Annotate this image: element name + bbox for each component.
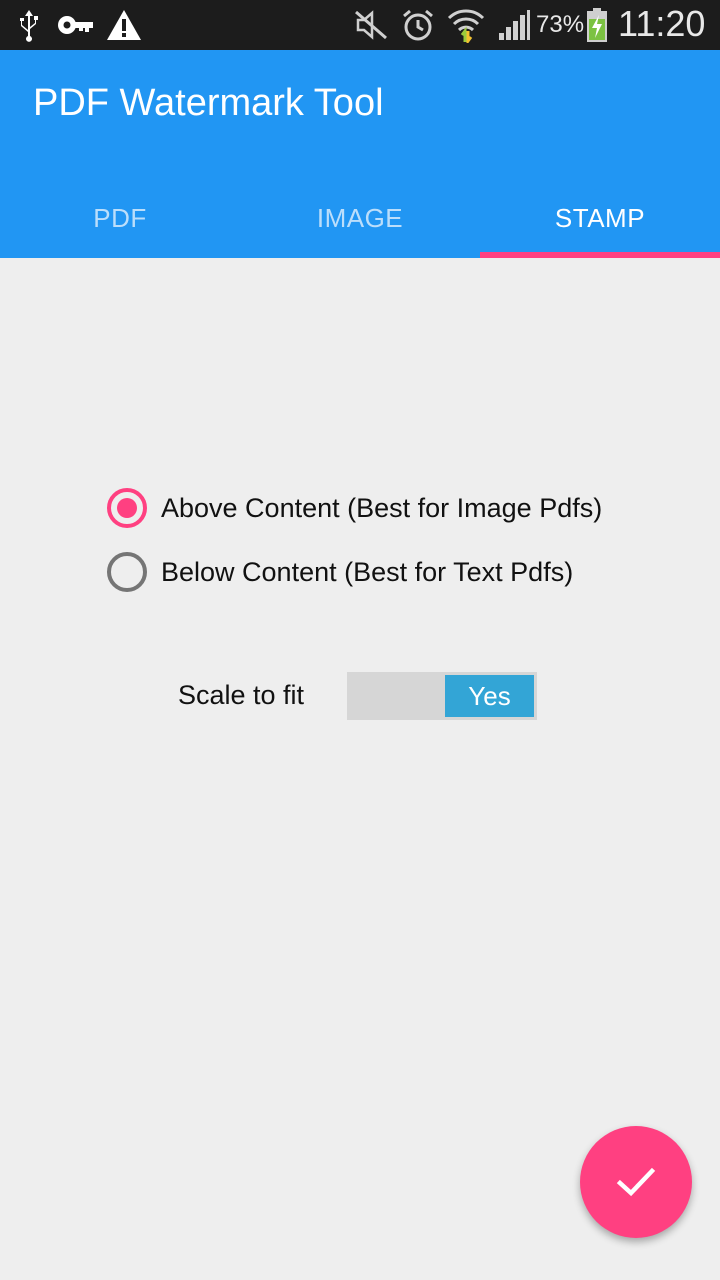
app-title: PDF Watermark Tool	[33, 82, 384, 124]
confirm-fab[interactable]	[580, 1126, 692, 1238]
check-icon	[616, 1167, 656, 1197]
usb-icon	[14, 0, 44, 50]
status-bar: 73% 11:20	[0, 0, 720, 50]
tab-image[interactable]: IMAGE	[240, 178, 480, 258]
warning-icon	[106, 0, 142, 50]
battery-percent: 73%	[536, 11, 585, 38]
radio-unchecked-icon[interactable]	[107, 552, 147, 592]
radio-above-label: Above Content (Best for Image Pdfs)	[161, 492, 603, 523]
signal-icon	[496, 0, 532, 50]
alarm-icon	[400, 0, 436, 50]
app-bar: PDF Watermark Tool PDF IMAGE STAMP	[0, 50, 720, 258]
tab-pdf[interactable]: PDF	[0, 178, 240, 258]
battery-charging-icon	[584, 0, 610, 50]
toggle-thumb[interactable]: Yes	[445, 675, 534, 717]
mute-icon	[352, 0, 390, 50]
radio-checked-icon[interactable]	[107, 488, 147, 528]
wifi-icon	[446, 0, 486, 50]
scale-to-fit-label: Scale to fit	[178, 680, 305, 710]
tab-stamp[interactable]: STAMP	[480, 178, 720, 258]
clock: 11:20	[618, 3, 706, 44]
radio-below-content[interactable]: Below Content (Best for Text Pdfs)	[107, 550, 573, 594]
radio-above-content[interactable]: Above Content (Best for Image Pdfs)	[107, 486, 602, 530]
tab-indicator	[480, 252, 720, 258]
key-icon	[56, 0, 96, 50]
radio-below-label: Below Content (Best for Text Pdfs)	[161, 556, 574, 587]
